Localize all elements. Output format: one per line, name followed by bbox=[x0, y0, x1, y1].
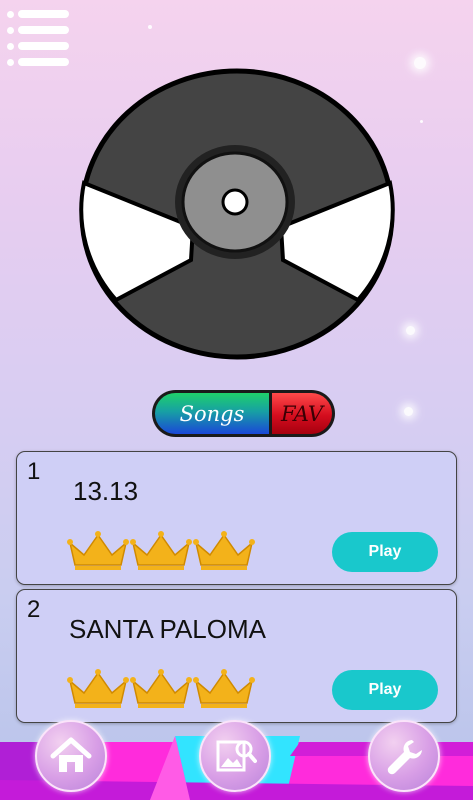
hamburger-menu-icon[interactable] bbox=[7, 10, 69, 66]
play-button[interactable]: Play bbox=[332, 670, 438, 710]
crown-icon bbox=[130, 531, 192, 570]
crown-icon bbox=[67, 669, 129, 708]
home-button[interactable] bbox=[35, 720, 107, 792]
crown-icon bbox=[67, 531, 129, 570]
sparkle-decoration bbox=[148, 25, 152, 29]
crown-rating bbox=[66, 667, 255, 711]
sparkle-decoration bbox=[406, 326, 415, 335]
sparkle-decoration bbox=[414, 57, 426, 69]
song-card: 1 13.13 Play bbox=[16, 451, 457, 585]
song-number: 1 bbox=[27, 458, 41, 485]
crown-icon bbox=[193, 531, 255, 570]
tab-fav[interactable]: FAV bbox=[272, 393, 332, 434]
wrench-icon bbox=[387, 740, 422, 775]
gallery-search-button[interactable] bbox=[199, 720, 271, 792]
play-button[interactable]: Play bbox=[332, 532, 438, 572]
crown-rating bbox=[66, 529, 255, 573]
settings-button[interactable] bbox=[368, 720, 440, 792]
sparkle-decoration bbox=[404, 407, 413, 416]
crown-icon bbox=[193, 669, 255, 708]
crown-icon bbox=[130, 669, 192, 708]
tab-songs[interactable]: Songs bbox=[155, 393, 272, 434]
sparkle-decoration bbox=[420, 120, 423, 123]
song-card: 2 SANTA PALOMA Play bbox=[16, 589, 457, 723]
song-number: 2 bbox=[27, 596, 41, 623]
songs-fav-toggle: Songs FAV bbox=[152, 390, 335, 437]
vinyl-record-icon bbox=[79, 68, 395, 360]
song-title: SANTA PALOMA bbox=[69, 614, 266, 644]
image-search-icon bbox=[216, 740, 257, 772]
home-icon bbox=[50, 737, 92, 772]
song-title: 13.13 bbox=[73, 476, 139, 506]
